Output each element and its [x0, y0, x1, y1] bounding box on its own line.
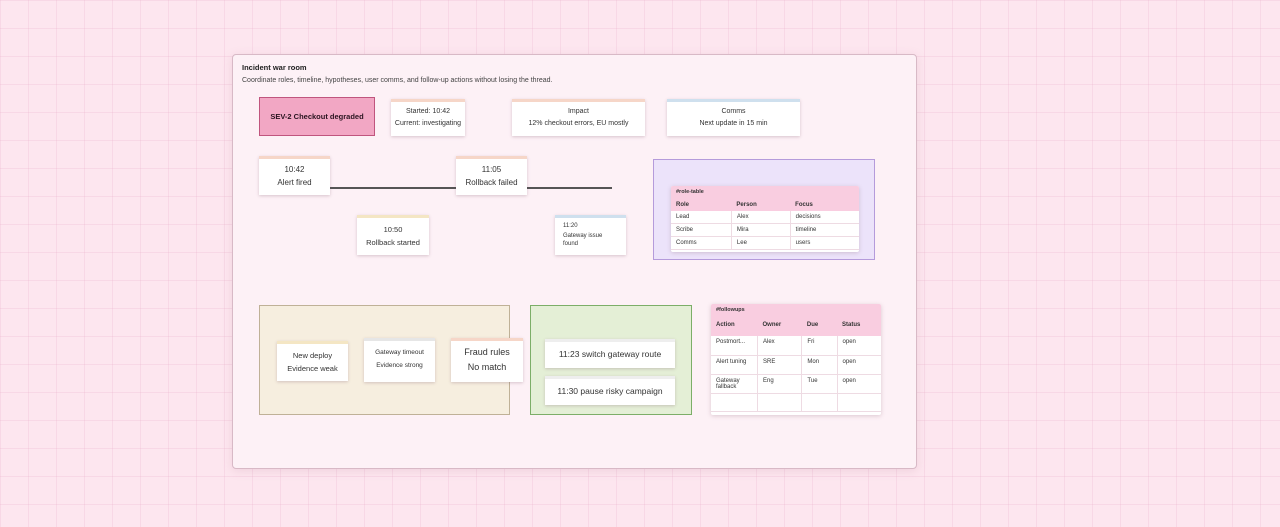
due-cell[interactable] — [801, 393, 838, 412]
due-cell: Tue — [801, 374, 838, 394]
comms-text: Next update in 15 min — [699, 120, 768, 127]
hypothesis-title: New deploy — [292, 351, 333, 360]
table-row[interactable]: Lead Alex decisions — [671, 211, 859, 224]
current-status-text: Current: investigating — [394, 120, 462, 127]
board-subtitle: Coordinate roles, timeline, hypotheses, … — [242, 77, 553, 84]
started-note[interactable]: Started: 10:42 Current: investigating — [391, 99, 465, 136]
table-row[interactable]: Gateway fallback Eng Tue open — [711, 374, 881, 394]
timeline-note-rollback-started[interactable]: 10:50 Rollback started — [357, 215, 429, 255]
role-table-name: #role-table — [676, 189, 704, 195]
table-row[interactable]: Postmort... Alex Fri open — [711, 336, 881, 356]
owner-col-header: Owner — [757, 317, 802, 336]
owner-cell[interactable] — [757, 393, 803, 412]
focus-cell: users — [790, 236, 859, 250]
table-row[interactable]: Comms Lee users — [671, 236, 859, 250]
comms-title: Comms — [721, 108, 746, 115]
hypothesis-gateway-note[interactable]: Gateway timeout Evidence strong — [364, 338, 435, 382]
role-cell: Scribe — [671, 223, 732, 237]
focus-col-header: Focus — [790, 199, 859, 211]
timeline-label: Alert fired — [277, 178, 312, 187]
focus-cell: timeline — [790, 223, 859, 237]
impact-title: Impact — [567, 108, 589, 115]
timeline-time: 11:20 — [563, 223, 578, 229]
timeline-label: Gateway issue found — [563, 233, 603, 247]
timeline-time: 10:50 — [383, 225, 403, 234]
table-row[interactable]: Scribe Mira timeline — [671, 223, 859, 237]
table-row[interactable]: Alert tuning SRE Mon open — [711, 355, 881, 375]
followups-table-name: #followups — [716, 307, 745, 313]
timeline-label: Rollback failed — [465, 178, 518, 187]
timeline-note-gateway[interactable]: 11:20 Gateway issue found — [555, 215, 626, 255]
role-table[interactable]: #role-table Role Person Focus Lead Alex … — [671, 186, 859, 252]
hypothesis-evidence: Evidence strong — [376, 362, 423, 369]
focus-cell: decisions — [790, 211, 859, 224]
action-cell: Alert tuning — [711, 355, 758, 375]
timeline-note-alert[interactable]: 10:42 Alert fired — [259, 156, 330, 195]
due-cell: Mon — [801, 355, 838, 375]
timeline-time: 10:42 — [284, 165, 305, 174]
role-cell: Comms — [671, 236, 732, 250]
hypothesis-evidence: Evidence weak — [287, 364, 338, 373]
timeline-note-rollback-failed[interactable]: 11:05 Rollback failed — [456, 156, 527, 195]
status-cell[interactable] — [837, 393, 881, 412]
action-note-pause-campaign[interactable]: 11:30 pause risky campaign — [545, 376, 675, 405]
status-col-header: Status — [837, 317, 881, 336]
action-cell: Gateway fallback — [711, 374, 758, 394]
person-cell: Mira — [731, 223, 791, 237]
role-cell: Lead — [671, 211, 732, 224]
due-cell: Fri — [801, 336, 838, 356]
table-row[interactable] — [711, 393, 881, 412]
severity-label: SEV-2 Checkout degraded — [270, 112, 364, 121]
person-col-header: Person — [731, 199, 791, 211]
impact-text: 12% checkout errors, EU mostly — [528, 120, 629, 127]
hypothesis-evidence: No match — [467, 362, 507, 372]
status-cell: open — [837, 355, 881, 375]
timeline-label: Rollback started — [366, 238, 420, 247]
owner-cell: SRE — [757, 355, 803, 375]
hypothesis-fraud-note[interactable]: Fraud rules No match — [451, 338, 523, 382]
action-text: 11:23 switch gateway route — [558, 349, 662, 359]
status-cell: open — [837, 374, 881, 394]
owner-cell: Alex — [757, 336, 803, 356]
action-note-gateway-route[interactable]: 11:23 switch gateway route — [545, 339, 675, 368]
owner-cell: Eng — [757, 374, 803, 394]
status-cell: open — [837, 336, 881, 356]
role-col-header: Role — [671, 199, 732, 211]
hypothesis-title: Gateway timeout — [375, 349, 424, 356]
comms-note[interactable]: Comms Next update in 15 min — [667, 99, 800, 136]
due-col-header: Due — [801, 317, 838, 336]
person-cell: Lee — [731, 236, 791, 250]
hypothesis-deploy-note[interactable]: New deploy Evidence weak — [277, 341, 348, 381]
person-cell: Alex — [731, 211, 791, 224]
followups-table[interactable]: #followups Action Owner Due Status Postm… — [711, 304, 881, 415]
action-cell[interactable] — [711, 393, 758, 412]
hypothesis-title: Fraud rules — [464, 347, 510, 357]
action-cell: Postmort... — [711, 336, 758, 356]
board-title: Incident war room — [242, 63, 307, 72]
war-room-board: Incident war room Coordinate roles, time… — [232, 54, 917, 469]
timeline-time: 11:05 — [481, 165, 502, 174]
action-col-header: Action — [711, 317, 758, 336]
impact-note[interactable]: Impact 12% checkout errors, EU mostly — [512, 99, 645, 136]
started-text: Started: 10:42 — [406, 108, 450, 115]
action-text: 11:30 pause risky campaign — [557, 386, 663, 396]
severity-note[interactable]: SEV-2 Checkout degraded — [259, 97, 375, 136]
